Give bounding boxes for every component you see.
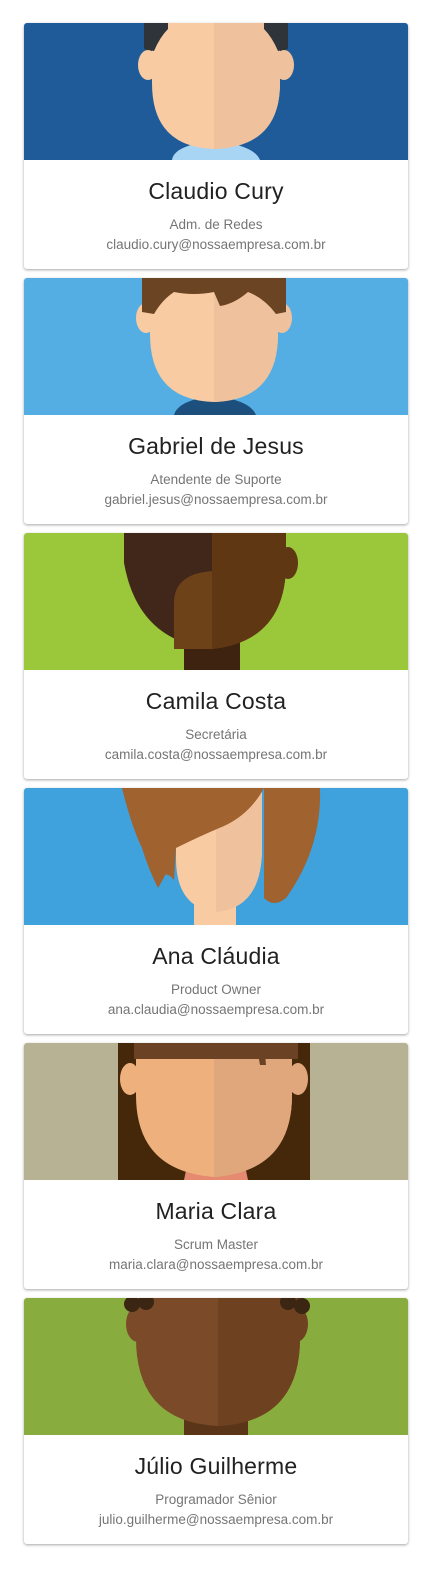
avatar-illustration (24, 1298, 408, 1435)
contact-email[interactable]: julio.guilherme@nossaempresa.com.br (24, 1511, 408, 1529)
avatar (24, 533, 408, 670)
contact-card[interactable]: Ana Cláudia Product Owner ana.claudia@no… (24, 788, 408, 1034)
avatar-illustration (24, 788, 408, 925)
avatar-illustration (24, 1043, 408, 1180)
contact-card[interactable]: Gabriel de Jesus Atendente de Suporte ga… (24, 278, 408, 524)
contact-role: Product Owner (170, 982, 262, 997)
avatar-illustration (24, 278, 408, 415)
contact-role: Scrum Master (173, 1237, 258, 1252)
contact-name: Júlio Guilherme (134, 1453, 298, 1479)
contact-name: Claudio Cury (148, 178, 284, 204)
avatar (24, 23, 408, 160)
contact-email[interactable]: maria.clara@nossaempresa.com.br (24, 1256, 408, 1274)
contact-name: Camila Costa (145, 688, 287, 714)
avatar-illustration (24, 23, 408, 160)
contact-card[interactable]: Maria Clara Scrum Master maria.clara@nos… (24, 1043, 408, 1289)
avatar (24, 1043, 408, 1180)
contact-role: Adm. de Redes (169, 217, 263, 232)
contact-card[interactable]: Júlio Guilherme Programador Sênior julio… (24, 1298, 408, 1544)
avatar (24, 788, 408, 925)
avatar (24, 1298, 408, 1435)
avatar-illustration (24, 533, 408, 670)
contact-name: Ana Cláudia (152, 943, 280, 969)
contact-name: Maria Clara (155, 1198, 277, 1224)
contact-name: Gabriel de Jesus (128, 433, 304, 459)
contact-role: Atendente de Suporte (150, 472, 282, 487)
contact-card[interactable]: Camila Costa Secretária camila.costa@nos… (24, 533, 408, 779)
contact-email[interactable]: ana.claudia@nossaempresa.com.br (24, 1001, 408, 1019)
contact-email[interactable]: gabriel.jesus@nossaempresa.com.br (24, 491, 408, 509)
contact-card[interactable]: Claudio Cury Adm. de Redes claudio.cury@… (24, 23, 408, 269)
contact-role: Programador Sênior (155, 1492, 277, 1507)
avatar (24, 278, 408, 415)
contact-email[interactable]: claudio.cury@nossaempresa.com.br (24, 236, 408, 254)
contact-role: Secretária (185, 727, 247, 742)
contact-email[interactable]: camila.costa@nossaempresa.com.br (24, 746, 408, 764)
